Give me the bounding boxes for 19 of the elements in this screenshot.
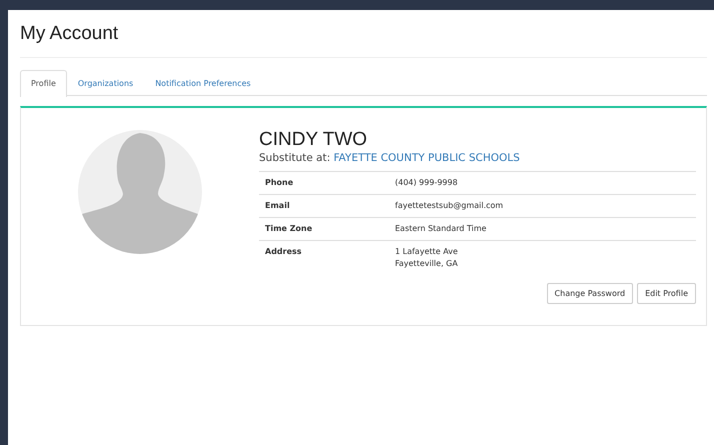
tab[interactable]: Organizations <box>66 70 144 95</box>
detail-value: (404) 999-9998 <box>395 177 458 189</box>
change-password-button[interactable]: Change Password <box>546 283 634 304</box>
profile-name: CINDY TWO <box>259 130 368 150</box>
role-label: Substitute at: <box>259 152 330 164</box>
organization-link[interactable]: FAYETTE COUNTY PUBLIC SCHOOLS <box>334 152 520 164</box>
detail-label: Email <box>265 200 291 212</box>
detail-value: fayettetestsub@gmail.com <box>395 200 504 212</box>
tab[interactable]: Profile <box>20 70 67 97</box>
detail-label: Address <box>265 246 303 258</box>
detail-value: 1 Lafayette Ave <box>395 246 458 258</box>
avatar-icon <box>78 130 202 254</box>
detail-label: Time Zone <box>265 223 314 235</box>
tab[interactable]: Notification Preferences <box>144 70 262 95</box>
detail-value: Fayetteville, GA <box>395 258 458 270</box>
detail-value: Eastern Standard Time <box>395 223 486 235</box>
detail-label: Phone <box>265 177 294 189</box>
page-title: My Account <box>20 22 120 46</box>
edit-profile-button[interactable]: Edit Profile <box>637 283 696 304</box>
